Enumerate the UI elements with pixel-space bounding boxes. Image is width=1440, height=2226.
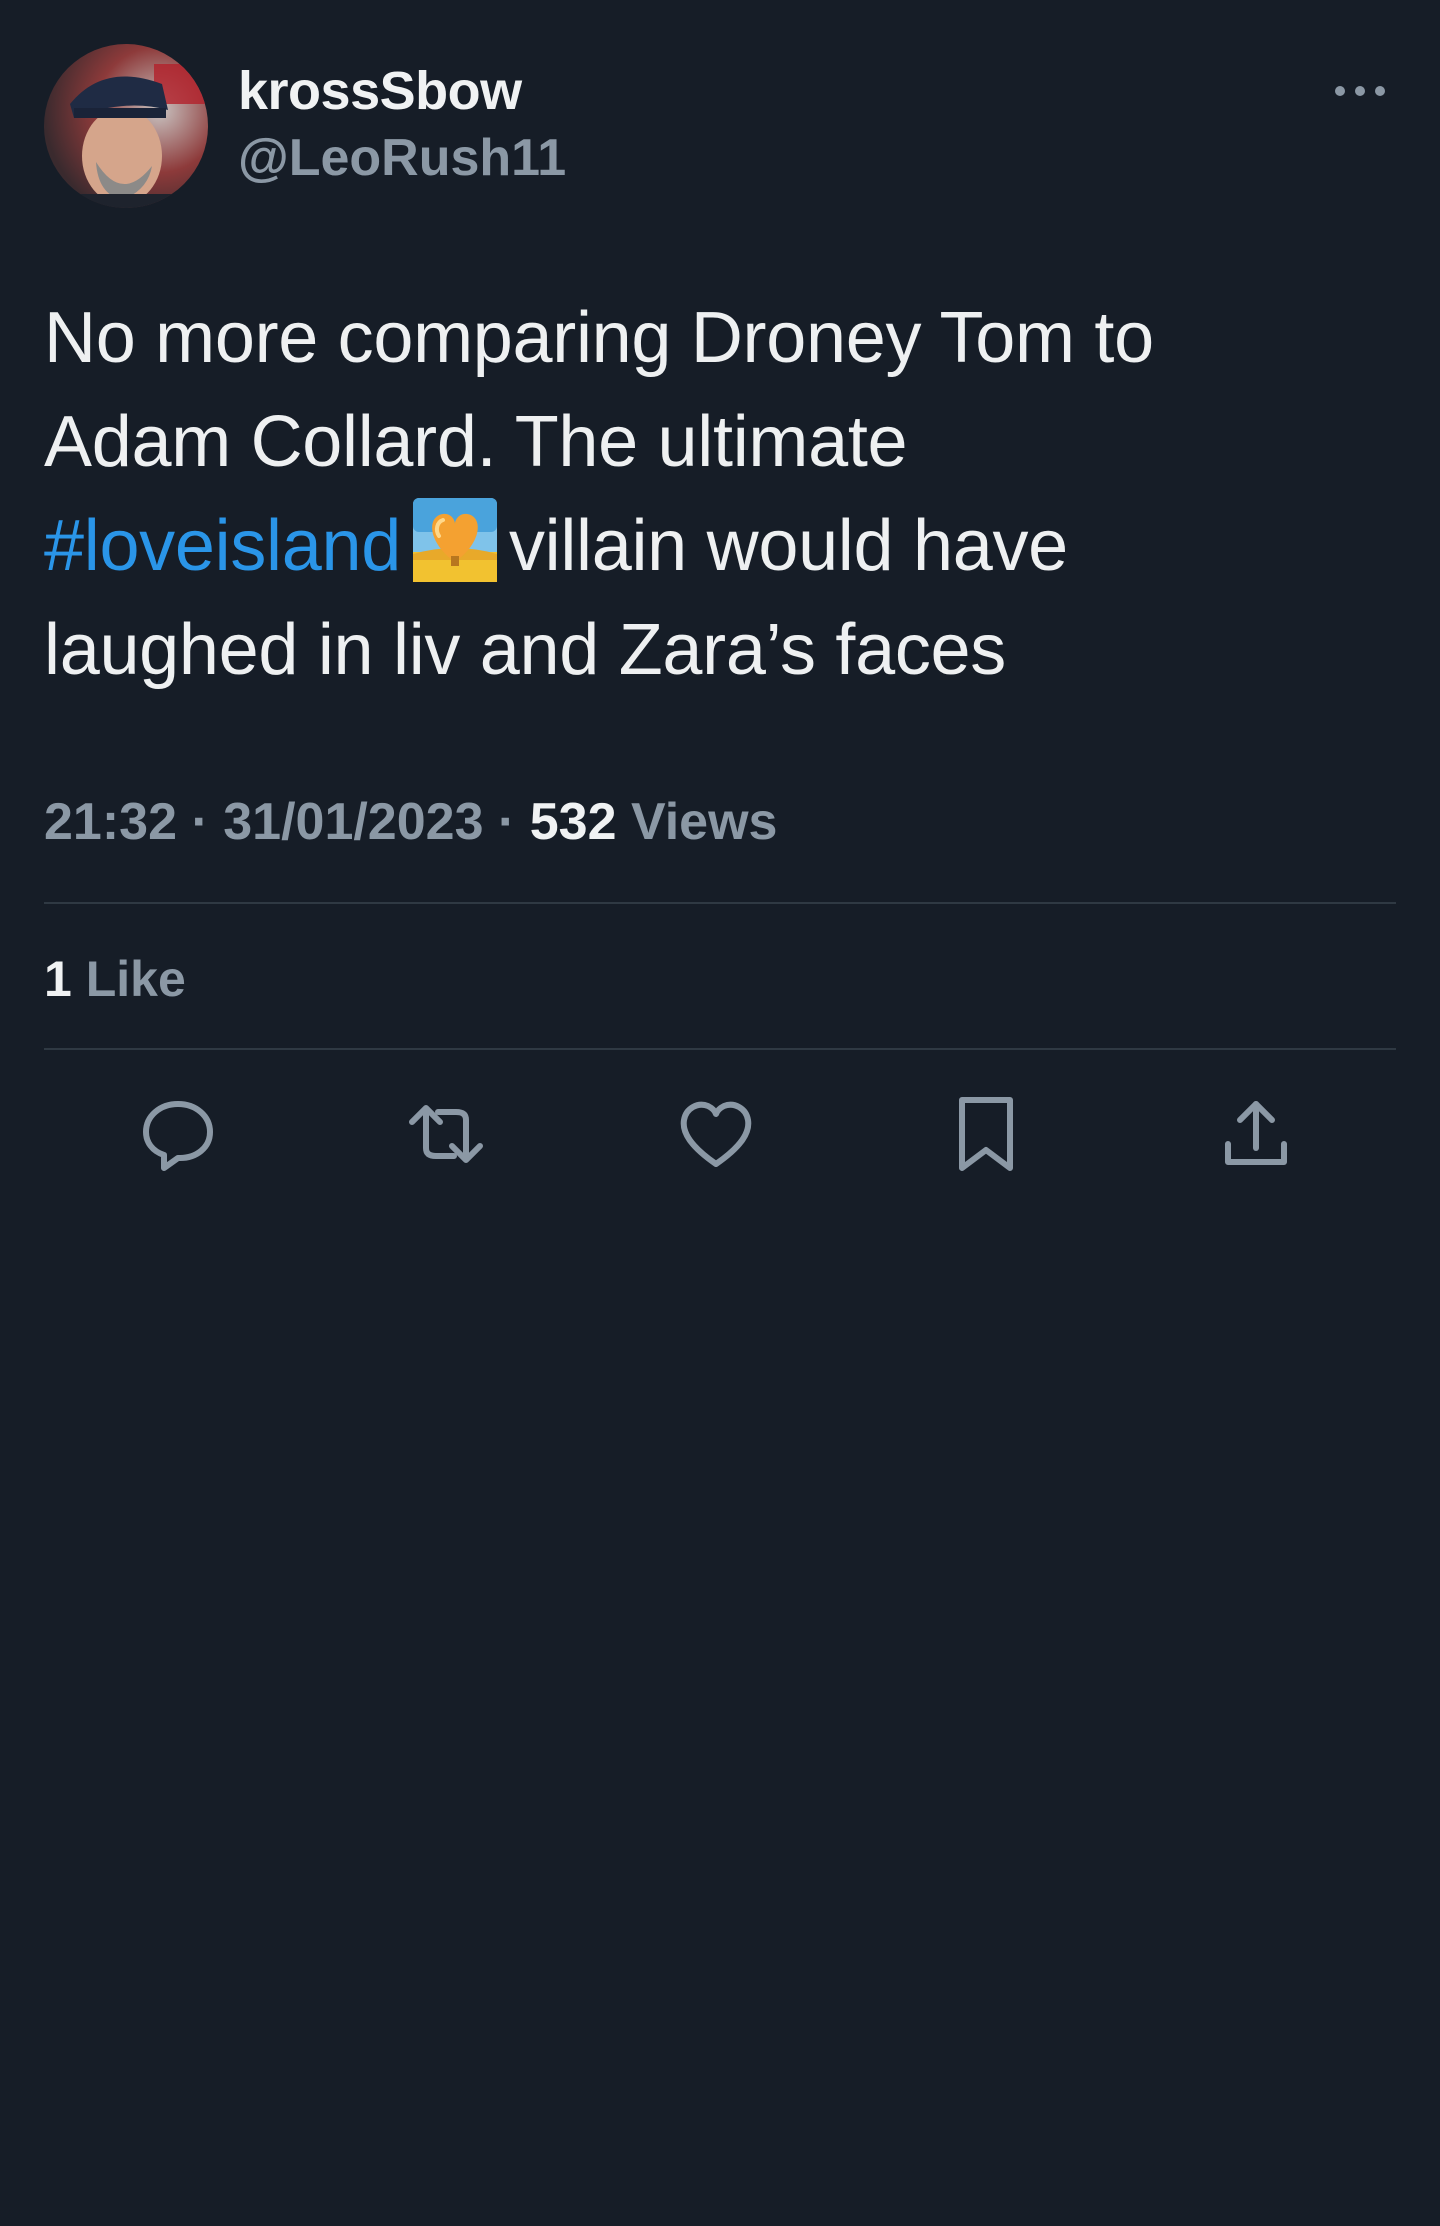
meta-separator: ·: [497, 793, 516, 851]
tweet-text-segment: villain would have: [508, 506, 1068, 586]
divider: [44, 902, 1396, 904]
action-bar: [0, 1094, 1440, 1174]
tweet-time[interactable]: 21:32: [44, 793, 177, 851]
divider: [44, 1048, 1396, 1050]
retweet-icon[interactable]: [406, 1094, 486, 1174]
heart-icon[interactable]: [676, 1094, 756, 1174]
user-handle[interactable]: @LeoRush11: [238, 128, 566, 188]
display-name[interactable]: krossSbow: [238, 60, 522, 122]
tweet-text-line: laughed in liv and Zara’s faces: [44, 610, 1006, 690]
tweet-text: No more comparing Droney Tom to Adam Col…: [44, 286, 1404, 702]
tweet-text-line: #loveisland villain would have: [44, 494, 1404, 598]
avatar[interactable]: [44, 44, 208, 208]
likes-summary[interactable]: 1 Like: [44, 950, 186, 1008]
tweet-date[interactable]: 31/01/2023: [223, 793, 483, 851]
meta-separator: ·: [191, 793, 209, 851]
more-horizontal-icon[interactable]: [1332, 76, 1388, 106]
bookmark-icon[interactable]: [946, 1094, 1026, 1174]
tweet-metadata: 21:32 · 31/01/2023 · 532 Views: [44, 792, 777, 852]
views-count: 532: [529, 793, 617, 851]
likes-count: 1: [44, 951, 72, 1007]
reply-icon[interactable]: [138, 1094, 218, 1174]
tweet-text-line: Adam Collard. The ultimate: [44, 402, 908, 482]
desert-island-emoji: [412, 498, 497, 582]
likes-label: Like: [85, 951, 186, 1007]
share-icon[interactable]: [1216, 1094, 1296, 1174]
hashtag-link[interactable]: #loveisland: [44, 506, 401, 586]
views-label: Views: [630, 793, 778, 851]
avatar-image: [44, 44, 208, 208]
tweet-text-line: No more comparing Droney Tom to: [44, 298, 1154, 378]
